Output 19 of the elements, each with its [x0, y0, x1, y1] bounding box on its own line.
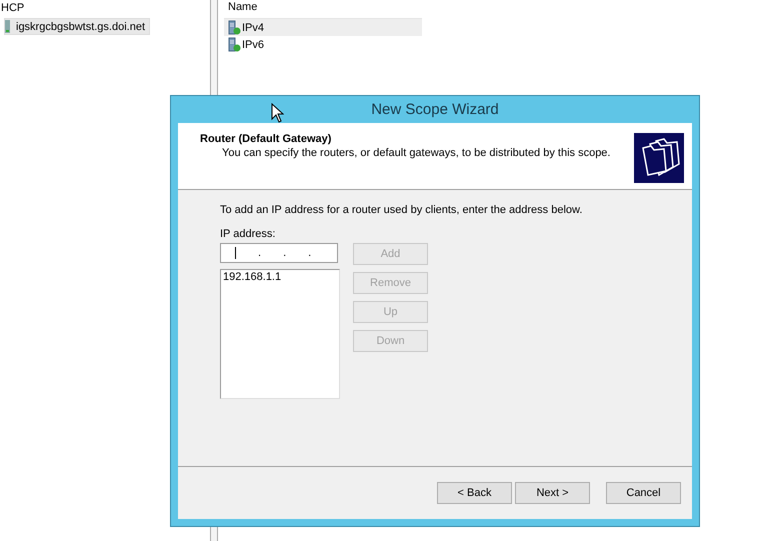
list-item[interactable]: IPv6	[224, 36, 422, 53]
list-item[interactable]: IPv4	[224, 19, 422, 36]
tree-item[interactable]: igskrgcbgsbwtst.gs.doi.net	[4, 18, 150, 35]
server-icon	[228, 37, 241, 52]
server-icon	[228, 20, 241, 35]
tree-root-label[interactable]: HCP	[0, 2, 210, 16]
instruction-text: To add an IP address for a router used by clients, enter the address below.	[220, 204, 584, 216]
folders-icon	[634, 133, 684, 183]
wizard-button[interactable]: Cancel	[606, 482, 681, 504]
wizard-button[interactable]: < Back	[437, 482, 512, 504]
page-heading: Router (Default Gateway)	[200, 133, 332, 145]
address-item[interactable]: 192.168.1.1	[223, 271, 337, 283]
ip-address-field[interactable]: . . .	[220, 243, 338, 263]
address-list[interactable]: 192.168.1.1	[220, 269, 340, 399]
server-icon	[5, 20, 10, 33]
wizard-button[interactable]: Next >	[515, 482, 590, 504]
window-title: New Scope Wizard	[371, 101, 499, 118]
page-description: You can specify the routers, or default gateways, to be distributed by this scope.	[222, 147, 612, 159]
ip-address-label: IP address:	[220, 228, 276, 240]
